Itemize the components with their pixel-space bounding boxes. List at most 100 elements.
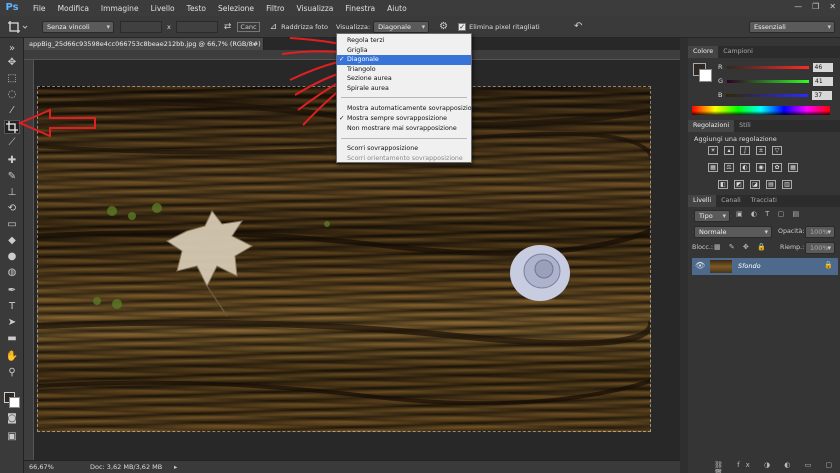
posterize-icon[interactable]: ◩ bbox=[734, 180, 744, 189]
background-color-preview[interactable] bbox=[699, 69, 712, 82]
gradient-map-icon[interactable]: ▥ bbox=[782, 180, 792, 189]
auto-show-overlay-option[interactable]: Mostra automaticamente sovrapposizione bbox=[337, 104, 480, 114]
threshold-icon[interactable]: ◪ bbox=[750, 180, 760, 189]
layer-name[interactable]: Sfondo bbox=[738, 262, 761, 270]
lock-label: Blocc.: bbox=[692, 244, 713, 251]
overlay-option-triangle[interactable]: Triangolo bbox=[337, 65, 471, 75]
clone-stamp-tool-icon[interactable]: ⊥ bbox=[4, 186, 20, 200]
menu-livello[interactable]: Livello bbox=[145, 4, 181, 13]
cycle-overlay-option[interactable]: Scorri sovrapposizione bbox=[337, 144, 471, 154]
reset-icon[interactable]: ↶ bbox=[574, 21, 582, 32]
tab-styles[interactable]: Stili bbox=[734, 120, 756, 132]
fill-value[interactable]: 100% bbox=[805, 242, 835, 254]
shape-tool-icon[interactable]: ▬ bbox=[4, 332, 20, 346]
blur-tool-icon[interactable]: ● bbox=[4, 250, 20, 264]
color-balance-icon[interactable]: ⚖ bbox=[724, 163, 734, 172]
curves-icon[interactable]: ∫ bbox=[740, 146, 750, 155]
photo-filter-icon[interactable]: ◉ bbox=[756, 163, 766, 172]
exposure-icon[interactable]: ± bbox=[756, 146, 766, 155]
color-panel-tabs: Colore Campioni bbox=[688, 46, 840, 58]
levels-icon[interactable]: ▴ bbox=[724, 146, 734, 155]
menu-filtro[interactable]: Filtro bbox=[260, 4, 290, 13]
layer-kind-filter[interactable]: Tipo bbox=[694, 210, 730, 222]
status-bar: 66,67% Doc: 3,62 MB/3,62 MB ▸ bbox=[24, 460, 680, 473]
adjustments-heading: Aggiungi una regolazione bbox=[694, 135, 777, 143]
black-white-icon[interactable]: ◐ bbox=[740, 163, 750, 172]
path-selection-tool-icon[interactable]: ➤ bbox=[4, 316, 20, 330]
menu-visualizza[interactable]: Visualizza bbox=[290, 4, 339, 13]
menu-modifica[interactable]: Modifica bbox=[52, 4, 95, 13]
pen-tool-icon[interactable]: ✒ bbox=[4, 284, 20, 298]
green-value[interactable]: 41 bbox=[813, 76, 834, 86]
tab-paths[interactable]: Tracciati bbox=[746, 195, 782, 207]
snail-shell bbox=[510, 245, 570, 301]
quick-mask-icon[interactable]: ◙ bbox=[4, 412, 20, 426]
hand-tool-icon[interactable]: ✋ bbox=[4, 350, 20, 364]
channel-mixer-icon[interactable]: ✿ bbox=[772, 163, 782, 172]
menu-bar: Ps File Modifica Immagine Livello Testo Selez… bbox=[0, 0, 840, 16]
overlay-option-grid[interactable]: Griglia bbox=[337, 46, 471, 56]
eraser-tool-icon[interactable]: ▭ bbox=[4, 218, 20, 232]
right-panels: Colore Campioni R 46 G 41 B 37 Regolazio… bbox=[688, 38, 840, 473]
tab-layers[interactable]: Livelli bbox=[688, 195, 717, 207]
green-slider[interactable] bbox=[727, 79, 810, 83]
blend-mode-select[interactable]: Normale bbox=[694, 226, 772, 238]
tab-adjustments[interactable]: Regolazioni bbox=[688, 120, 735, 132]
separator bbox=[341, 138, 467, 139]
history-brush-tool-icon[interactable]: ⟲ bbox=[4, 202, 20, 216]
separator bbox=[341, 97, 467, 98]
overlay-option-diagonal[interactable]: ✓ Diagonale bbox=[337, 55, 471, 65]
layers-panel-tabs: Livelli Canali Tracciati bbox=[688, 195, 840, 207]
blue-slider[interactable] bbox=[726, 93, 809, 97]
restore-icon[interactable]: ❐ bbox=[812, 2, 819, 11]
color-lookup-icon[interactable]: ▦ bbox=[788, 163, 798, 172]
dodge-tool-icon[interactable]: ◍ bbox=[4, 266, 20, 280]
vibrance-icon[interactable]: ▽ bbox=[772, 146, 782, 155]
zoom-tool-icon[interactable]: ⚲ bbox=[4, 366, 20, 380]
eye-icon[interactable]: 👁 bbox=[695, 261, 705, 270]
overlay-option-rule-of-thirds[interactable]: Regola terzi bbox=[337, 36, 471, 46]
background-color-swatch[interactable] bbox=[9, 397, 20, 408]
spot-healing-tool-icon[interactable]: ✚ bbox=[4, 154, 20, 168]
type-tool-icon[interactable]: T bbox=[4, 300, 20, 314]
tab-color[interactable]: Colore bbox=[688, 46, 719, 58]
doc-size[interactable]: Doc: 3,62 MB/3,62 MB bbox=[90, 461, 162, 473]
always-show-overlay-option[interactable]: ✓ Mostra sempre sovrapposizione bbox=[337, 114, 471, 124]
color-spectrum[interactable] bbox=[692, 106, 830, 115]
checkmark-icon: ✓ bbox=[339, 55, 345, 63]
blue-value[interactable]: 37 bbox=[812, 90, 833, 100]
minimize-icon[interactable]: — bbox=[794, 2, 802, 11]
lock-icons[interactable]: ▦ ✎ ✥ 🔒 bbox=[714, 243, 769, 251]
menu-selezione[interactable]: Selezione bbox=[212, 4, 260, 13]
menu-finestra[interactable]: Finestra bbox=[339, 4, 381, 13]
menu-items: File Modifica Immagine Livello Testo Selezion… bbox=[27, 4, 413, 13]
workspace-select[interactable]: Essenziali bbox=[749, 20, 835, 33]
red-slider[interactable] bbox=[726, 65, 809, 69]
screen-mode-icon[interactable]: ▣ bbox=[4, 430, 20, 444]
brightness-icon[interactable]: ☀ bbox=[708, 146, 718, 155]
hue-saturation-icon[interactable]: ▦ bbox=[708, 163, 718, 172]
layer-row-background[interactable]: 👁 Sfondo 🔒 bbox=[692, 258, 838, 275]
layers-footer-icons[interactable]: ⛓ fx ◑ ◐ ▭ ▢ 🗑 bbox=[714, 461, 840, 473]
status-arrow-icon[interactable]: ▸ bbox=[174, 461, 177, 473]
invert-icon[interactable]: ◧ bbox=[718, 180, 728, 189]
tab-channels[interactable]: Canali bbox=[716, 195, 746, 207]
close-icon[interactable]: ✕ bbox=[829, 2, 836, 11]
overlay-option-golden-ratio[interactable]: Sezione aurea bbox=[337, 74, 471, 84]
opacity-value[interactable]: 100% bbox=[805, 226, 835, 238]
never-show-overlay-option[interactable]: Non mostrare mai sovrapposizione bbox=[337, 124, 471, 134]
brush-tool-icon[interactable]: ✎ bbox=[4, 170, 20, 184]
selective-color-icon[interactable]: ▤ bbox=[766, 180, 776, 189]
overlay-option-golden-spiral[interactable]: Spirale aurea bbox=[337, 84, 471, 94]
menu-file[interactable]: File bbox=[27, 4, 52, 13]
red-value[interactable]: 46 bbox=[812, 62, 833, 72]
panel-collapse-strip bbox=[680, 38, 688, 473]
paint-bucket-tool-icon[interactable]: ◆ bbox=[4, 234, 20, 248]
layer-filter-icons[interactable]: ▣ ◐ T ▢ ▤ bbox=[736, 210, 802, 218]
menu-immagine[interactable]: Immagine bbox=[95, 4, 145, 13]
tab-swatches[interactable]: Campioni bbox=[718, 46, 758, 58]
red-label: R bbox=[718, 63, 723, 71]
zoom-level[interactable]: 66,67% bbox=[29, 461, 54, 473]
menu-aiuto[interactable]: Aiuto bbox=[381, 4, 413, 13]
menu-testo[interactable]: Testo bbox=[181, 4, 212, 13]
